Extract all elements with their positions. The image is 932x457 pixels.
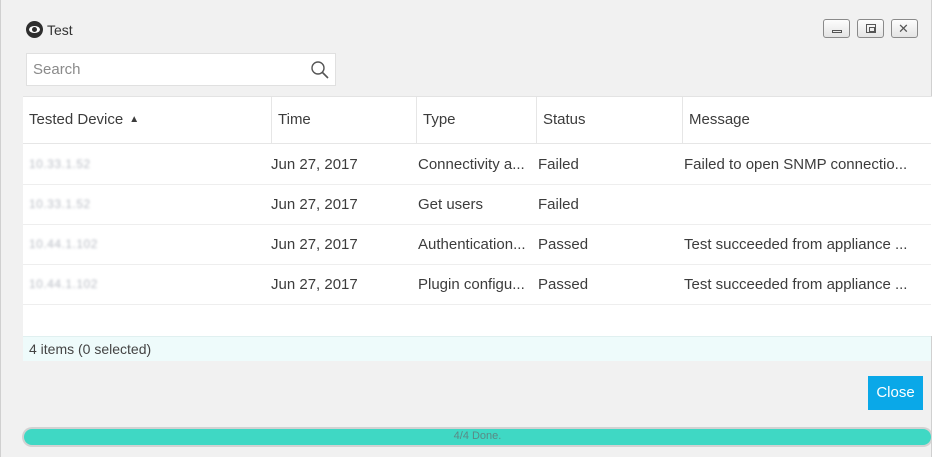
window-title: Test: [47, 22, 73, 38]
results-table: Tested Device ▲ Time Type Status Message …: [23, 96, 932, 336]
table-row[interactable]: 10.44.1.102 Jun 27, 2017 Authentication.…: [23, 225, 931, 265]
maximize-button[interactable]: [857, 19, 884, 38]
progress-label: 4/4 Done.: [453, 430, 502, 442]
cell-tested-device: 10.44.1.102: [29, 237, 98, 251]
column-header-tested-device[interactable]: Tested Device ▲: [23, 97, 271, 143]
test-dialog: Test ✕ Tested Device▲ Time Type Status M…: [0, 0, 932, 457]
cell-tested-device: 10.44.1.102: [29, 277, 98, 291]
minimize-button[interactable]: [823, 19, 850, 38]
restore-icon: [866, 24, 876, 33]
table-row[interactable]: 10.33.1.52 Jun 27, 2017 Connectivity a..…: [23, 145, 931, 185]
cell-type: Authentication...: [418, 236, 526, 253]
cell-type: Get users: [418, 196, 484, 213]
cell-message: Test succeeded from appliance ...: [684, 236, 908, 253]
title-bar[interactable]: Test ✕: [1, 0, 931, 46]
column-header-type[interactable]: Type: [416, 97, 536, 143]
table-row[interactable]: 10.44.1.102 Jun 27, 2017 Plugin configu.…: [23, 265, 931, 305]
search-icon[interactable]: [310, 60, 330, 80]
table-row[interactable]: 10.33.1.52 Jun 27, 2017 Get users Failed: [23, 185, 931, 225]
column-header-message[interactable]: Message: [682, 97, 931, 143]
cell-tested-device: 10.33.1.52: [29, 157, 91, 171]
cell-type: Plugin configu...: [418, 276, 525, 293]
sort-ascending-icon: ▲: [129, 114, 140, 125]
search-input[interactable]: [33, 54, 298, 85]
cell-message: Test succeeded from appliance ...: [684, 276, 908, 293]
cell-tested-device: 10.33.1.52: [29, 197, 91, 211]
progress-bar: 4/4 Done.: [22, 427, 932, 447]
table-header: Tested Device ▲ Time Type Status Message: [23, 97, 931, 144]
close-button[interactable]: Close: [868, 376, 923, 410]
eye-icon: [26, 21, 43, 38]
search-row: [1, 46, 931, 96]
close-icon: ✕: [898, 21, 909, 36]
cell-time: Jun 27, 2017: [271, 236, 358, 253]
minimize-icon: [832, 30, 842, 33]
cell-status: Failed: [538, 156, 579, 173]
cell-time: Jun 27, 2017: [271, 156, 358, 173]
selection-count: 4 items (0 selected): [29, 341, 152, 357]
cell-status: Passed: [538, 276, 589, 293]
cell-message: [684, 185, 930, 224]
window-close-button[interactable]: ✕: [891, 19, 918, 38]
cell-time: Jun 27, 2017: [271, 196, 358, 213]
search-box[interactable]: [26, 53, 336, 86]
cell-type: Connectivity a...: [418, 156, 525, 173]
column-header-status[interactable]: Status: [536, 97, 682, 143]
cell-status: Passed: [538, 236, 589, 253]
cell-message: Failed to open SNMP connectio...: [684, 156, 908, 173]
column-header-time[interactable]: Time: [271, 97, 416, 143]
status-bar: 4 items (0 selected): [23, 336, 931, 361]
cell-status: Failed: [538, 196, 579, 213]
cell-time: Jun 27, 2017: [271, 276, 358, 293]
